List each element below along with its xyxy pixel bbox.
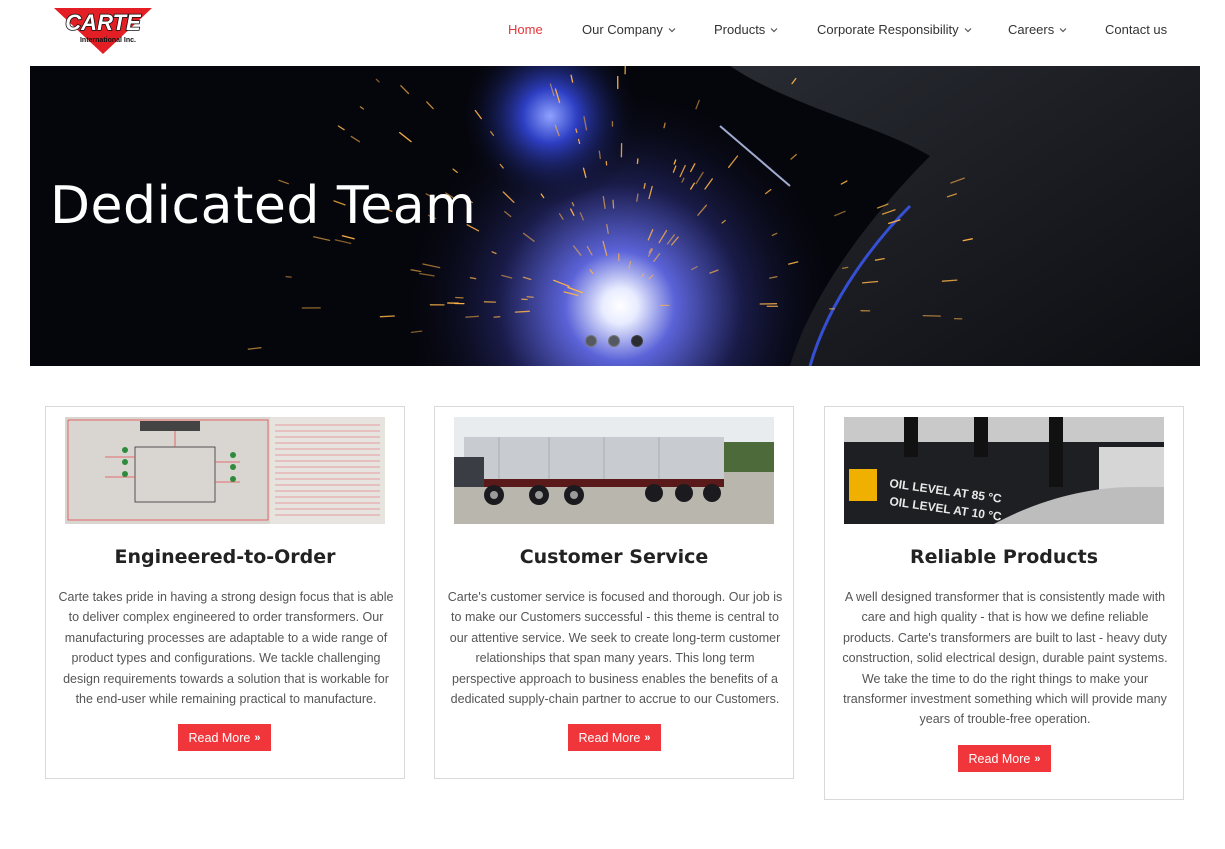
nav-home-label: Home	[508, 22, 543, 37]
double-chevron-right-icon: »	[644, 731, 651, 744]
spark-streak	[285, 275, 292, 278]
chevron-down-icon	[964, 27, 972, 32]
slider-pagination	[585, 335, 643, 347]
spark-streak	[526, 296, 534, 298]
read-more-label: Read More	[968, 751, 1031, 766]
spark-streak	[612, 199, 615, 209]
read-more-label: Read More	[188, 730, 251, 745]
chevron-down-icon	[1059, 27, 1067, 32]
nav-contact-us-label: Contact us	[1105, 22, 1168, 37]
chevron-down-icon	[770, 27, 778, 32]
spark-streak	[379, 315, 395, 318]
nav-our-company-label: Our Company	[582, 22, 663, 37]
card-title: Customer Service	[519, 546, 709, 568]
read-more-button[interactable]: Read More »	[958, 745, 1051, 772]
spark-streak	[636, 158, 639, 165]
double-chevron-right-icon: »	[1034, 752, 1041, 765]
read-more-label: Read More	[578, 730, 641, 745]
transformer-trucks-image	[454, 417, 774, 524]
card-description: Carte takes pride in having a strong des…	[58, 590, 394, 707]
logo-wordmark: CARTE	[65, 10, 142, 35]
spark-streak	[922, 314, 941, 317]
nav-home[interactable]: Home	[508, 22, 543, 37]
nav-contact-us[interactable]: Contact us	[1105, 22, 1167, 37]
read-more-button[interactable]: Read More »	[568, 724, 661, 751]
nav-careers-label: Careers	[1008, 22, 1055, 37]
spark-streak	[514, 310, 530, 313]
nav-products[interactable]: Products	[714, 22, 778, 37]
card-title: Engineered-to-Order	[114, 546, 336, 568]
card-title: Reliable Products	[909, 546, 1099, 568]
slider-dot-3[interactable]	[631, 335, 643, 347]
logo-subtext: International Inc.	[80, 37, 136, 44]
card-description: A well designed transformer that is cons…	[842, 590, 1168, 727]
nav-our-company[interactable]: Our Company	[582, 22, 676, 37]
site-header: CARTE International Inc. Home Our Compan…	[0, 0, 1225, 66]
feature-card-reliable-products: OIL LEVEL AT 85 °C OIL LEVEL AT 10 °C Re…	[824, 406, 1184, 800]
slider-dot-2[interactable]	[608, 335, 620, 347]
chevron-down-icon	[668, 27, 676, 32]
carte-logo[interactable]: CARTE International Inc.	[44, 6, 162, 56]
spark-streak	[841, 266, 849, 269]
hero-slider[interactable]: Dedicated Team	[30, 66, 1200, 366]
card-description: Carte's customer service is focused and …	[447, 590, 783, 707]
spark-streak	[493, 316, 501, 318]
feature-card-customer-service: Customer Service Carte's customer servic…	[434, 406, 794, 779]
hero-title: Dedicated Team	[50, 176, 477, 236]
read-more-button[interactable]: Read More »	[178, 724, 271, 751]
feature-card-engineered: Engineered-to-Order Carte takes pride in…	[45, 406, 405, 779]
spark-streak	[465, 315, 480, 318]
spark-streak	[575, 128, 578, 133]
transformer-oil-level-image: OIL LEVEL AT 85 °C OIL LEVEL AT 10 °C	[844, 417, 1164, 524]
nav-products-label: Products	[714, 22, 766, 37]
nav-corporate-responsibility-label: Corporate Responsibility	[817, 22, 959, 37]
double-chevron-right-icon: »	[254, 731, 261, 744]
nav-careers[interactable]: Careers	[1008, 22, 1067, 37]
slider-dot-1[interactable]	[585, 335, 597, 347]
nav-corporate-responsibility[interactable]: Corporate Responsibility	[817, 22, 972, 37]
schematic-drawing-image	[65, 417, 385, 524]
